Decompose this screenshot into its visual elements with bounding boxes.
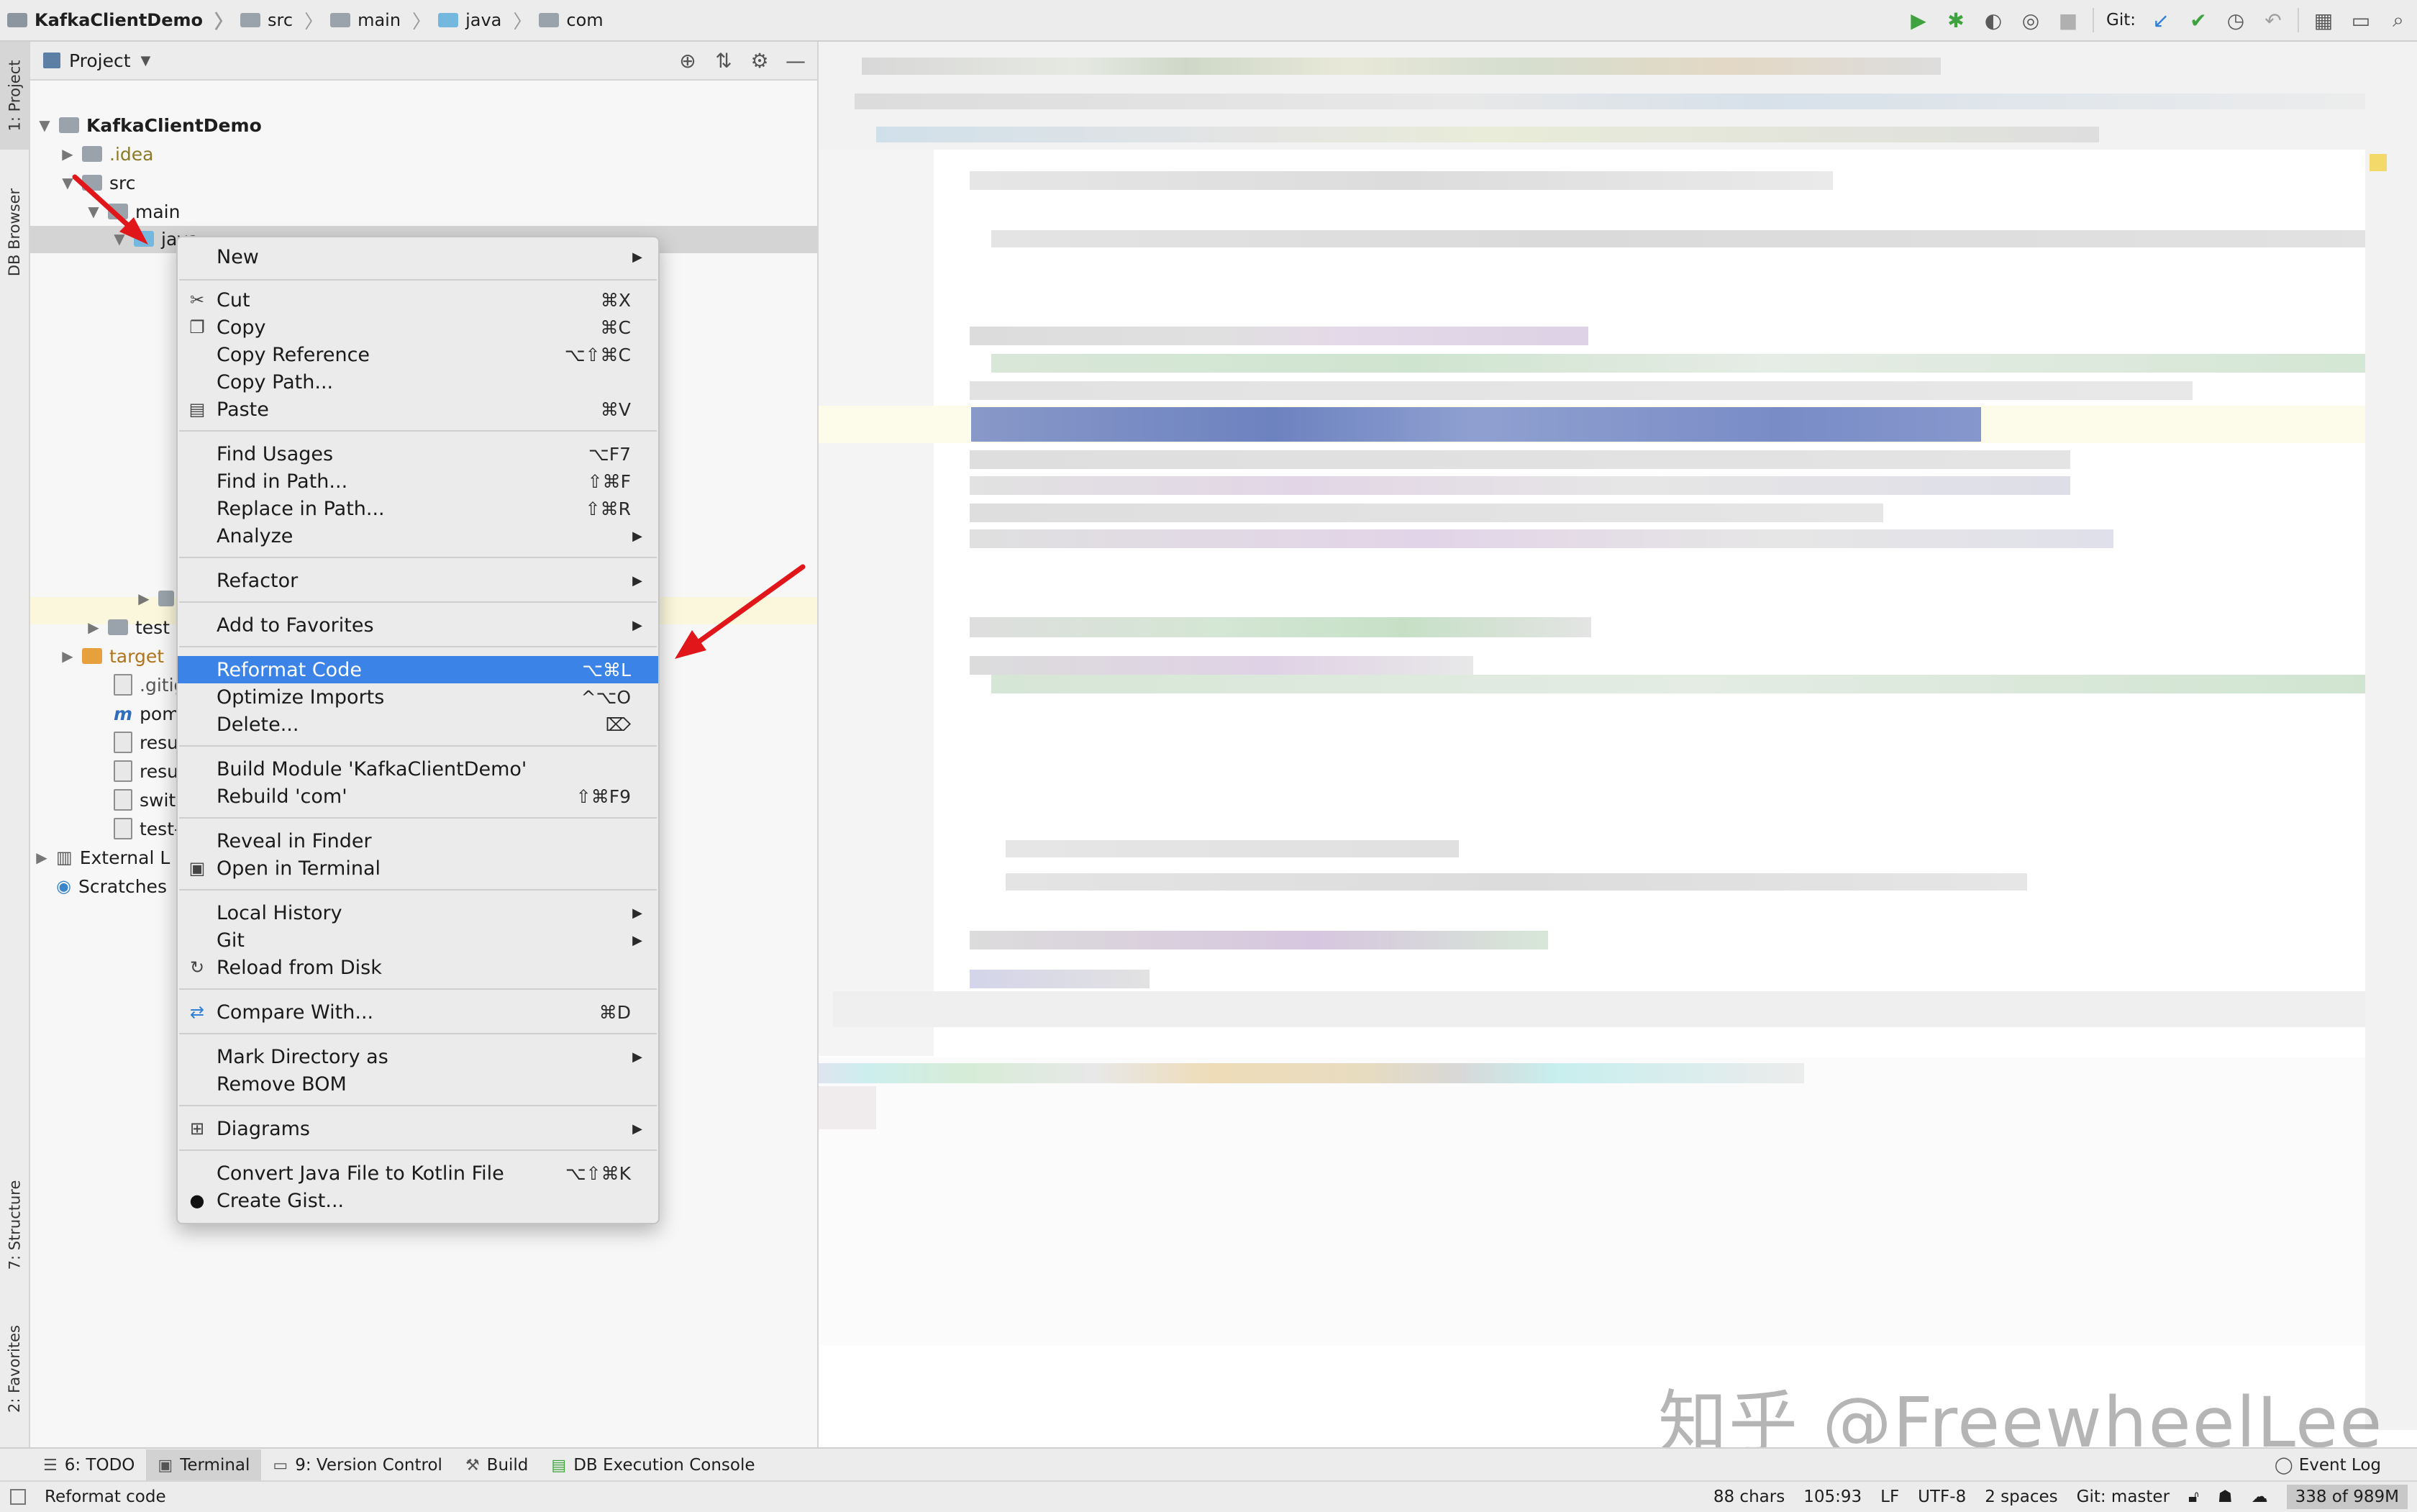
database-console-icon: ▤	[551, 1456, 567, 1475]
version-control-icon: ▭	[273, 1456, 288, 1475]
tab-label: Terminal	[180, 1456, 250, 1475]
memory-indicator[interactable]: 338 of 989M	[2286, 1485, 2408, 1509]
toggle-tool-windows-icon[interactable]	[10, 1489, 26, 1505]
annotation-arrows	[72, 174, 806, 659]
hammer-icon: ⚒	[465, 1456, 480, 1475]
file-encoding[interactable]: UTF-8	[1918, 1488, 1966, 1506]
indent-setting[interactable]: 2 spaces	[1985, 1488, 2057, 1506]
event-log-button[interactable]: ◯ Event Log	[2275, 1449, 2381, 1482]
line-separator[interactable]: LF	[1880, 1488, 1899, 1506]
sync-icon[interactable]: ☁	[2252, 1488, 2268, 1506]
event-log-label: Event Log	[2298, 1456, 2381, 1475]
list-icon: ☰	[43, 1456, 58, 1475]
git-branch[interactable]: Git: master	[2077, 1488, 2170, 1506]
caret-position[interactable]: 105:93	[1803, 1488, 1862, 1506]
tab-todo[interactable]: ☰ 6: TODO	[32, 1449, 146, 1481]
tab-label: 6: TODO	[64, 1456, 135, 1475]
tab-label: DB Execution Console	[573, 1456, 755, 1475]
inspector-icon[interactable]: ☗	[2218, 1488, 2233, 1506]
tab-label: 9: Version Control	[295, 1456, 442, 1475]
event-log-icon: ◯	[2274, 1456, 2293, 1475]
terminal-icon: ▣	[158, 1456, 173, 1475]
annotation-arrow-tree	[72, 174, 148, 245]
selection-chars: 88 chars	[1713, 1488, 1785, 1506]
lock-icon[interactable]: 🔓︎	[2188, 1488, 2199, 1506]
status-bar: Reformat code 88 chars 105:93 LF UTF-8 2…	[0, 1480, 2417, 1512]
bottom-tool-tabs: ☰ 6: TODO ▣ Terminal ▭ 9: Version Contro…	[0, 1447, 2417, 1482]
annotation-arrow-reformat	[675, 564, 806, 659]
tab-db-execution-console[interactable]: ▤ DB Execution Console	[540, 1449, 766, 1481]
tab-label: Build	[486, 1456, 529, 1475]
status-message: Reformat code	[45, 1488, 166, 1506]
tab-terminal[interactable]: ▣ Terminal	[146, 1449, 262, 1481]
tab-version-control[interactable]: ▭ 9: Version Control	[261, 1449, 454, 1481]
tab-build[interactable]: ⚒ Build	[454, 1449, 540, 1481]
